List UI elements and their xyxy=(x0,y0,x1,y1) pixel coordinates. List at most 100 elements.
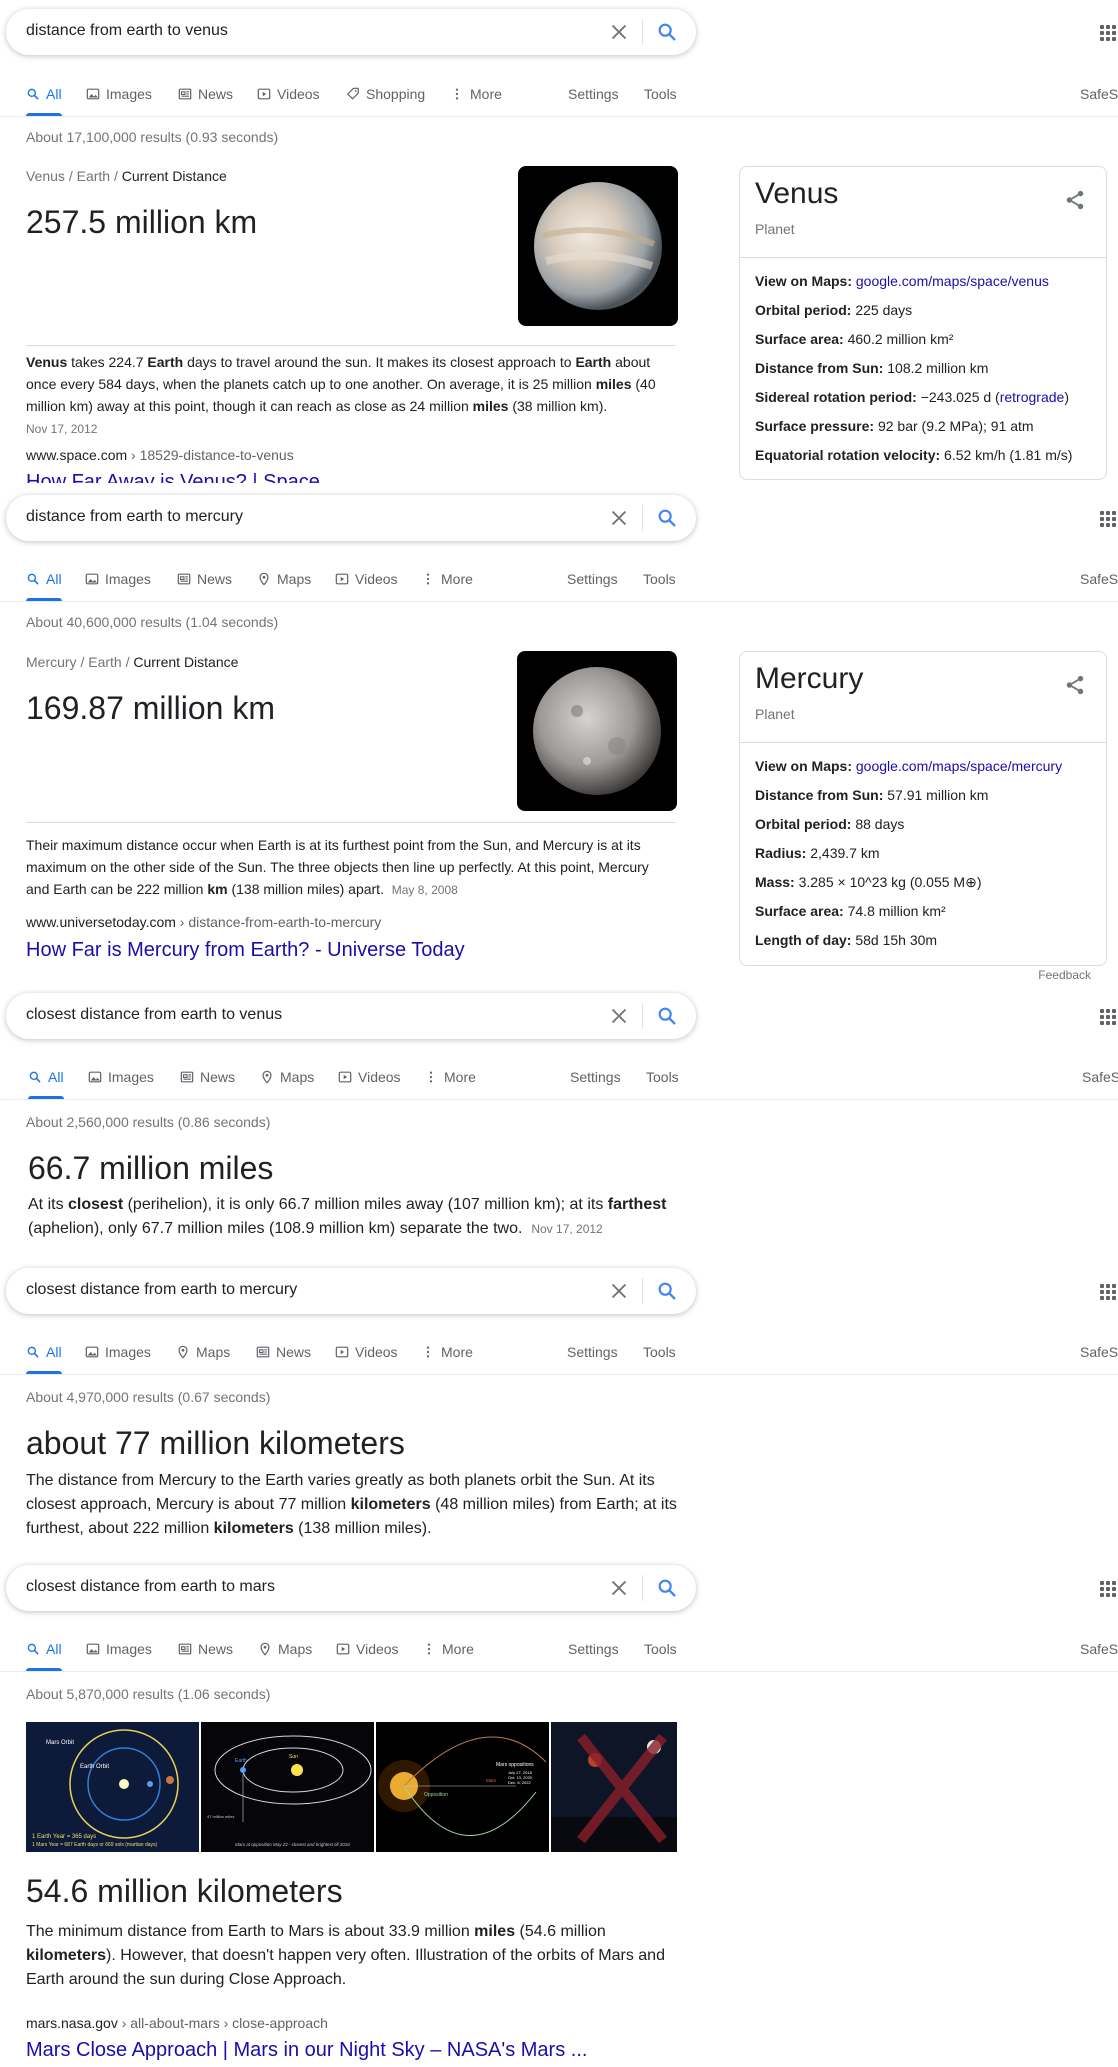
search-box[interactable]: closest distance from earth to venus xyxy=(6,993,696,1039)
tab-more[interactable]: More xyxy=(421,571,473,587)
safesearch-label[interactable]: SafeS xyxy=(1080,1641,1118,1657)
search-box[interactable]: distance from earth to mercury xyxy=(6,495,696,541)
tab-settings[interactable]: Settings xyxy=(570,1069,621,1085)
tab-more[interactable]: More xyxy=(422,1641,474,1657)
search-divider xyxy=(642,505,643,531)
kp-row: Equatorial rotation velocity: 6.52 km/h … xyxy=(755,447,1073,463)
safesearch-label[interactable]: SafeS xyxy=(1080,86,1118,102)
tab-all[interactable]: All xyxy=(28,1069,64,1085)
tab-news[interactable]: News xyxy=(256,1344,311,1360)
maps-link[interactable]: google.com/maps/space/venus xyxy=(856,273,1049,289)
search-input[interactable]: distance from earth to mercury xyxy=(26,508,243,526)
safesearch-label[interactable]: SafeS xyxy=(1080,571,1118,587)
clear-icon[interactable] xyxy=(608,1280,630,1302)
tab-videos[interactable]: Videos xyxy=(335,571,398,587)
tab-settings[interactable]: Settings xyxy=(568,86,619,102)
image-thumbnail[interactable]: Earth Sun 47 million miles Mars at oppos… xyxy=(201,1722,374,1852)
image-thumbnail[interactable] xyxy=(551,1722,677,1852)
retrograde-link[interactable]: retrograde xyxy=(1000,389,1065,405)
venus-image[interactable] xyxy=(518,166,678,326)
tab-images[interactable]: Images xyxy=(86,86,152,102)
clear-icon[interactable] xyxy=(608,1005,630,1027)
tab-settings[interactable]: Settings xyxy=(568,1641,619,1657)
search-box[interactable]: distance from earth to venus xyxy=(6,9,696,55)
search-icon[interactable] xyxy=(656,1280,678,1302)
tab-videos[interactable]: Videos xyxy=(257,86,320,102)
kp-row: View on Maps: google.com/maps/space/venu… xyxy=(755,273,1049,289)
tab-tools[interactable]: Tools xyxy=(644,1641,677,1657)
tab-all[interactable]: All xyxy=(26,571,62,587)
breadcrumb-item[interactable]: Mercury xyxy=(26,654,77,670)
breadcrumb-item[interactable]: Earth xyxy=(88,654,121,670)
tab-tools[interactable]: Tools xyxy=(643,1344,676,1360)
feedback-link[interactable]: Feedback xyxy=(1038,968,1091,982)
tab-images[interactable]: Images xyxy=(85,1344,151,1360)
share-icon[interactable] xyxy=(1064,674,1086,696)
tab-label: More xyxy=(441,571,473,587)
kp-row: Surface pressure: 92 bar (9.2 MPa); 91 a… xyxy=(755,418,1034,434)
safesearch-label[interactable]: SafeS xyxy=(1082,1069,1118,1085)
tab-news[interactable]: News xyxy=(177,571,232,587)
result-link[interactable]: How Far is Mercury from Earth? - Univers… xyxy=(26,939,465,962)
search-icon[interactable] xyxy=(656,21,678,43)
clear-icon[interactable] xyxy=(608,507,630,529)
maps-link[interactable]: google.com/maps/space/mercury xyxy=(856,758,1062,774)
tab-all[interactable]: All xyxy=(26,86,62,102)
apps-grid-icon[interactable] xyxy=(1100,25,1118,43)
tab-shopping[interactable]: Shopping xyxy=(346,86,425,102)
tab-label: More xyxy=(470,86,502,102)
tab-tools[interactable]: Tools xyxy=(646,1069,679,1085)
tab-images[interactable]: Images xyxy=(88,1069,154,1085)
result-link[interactable]: Mars Close Approach | Mars in our Night … xyxy=(26,2039,587,2062)
clear-icon[interactable] xyxy=(608,1577,630,1599)
tab-tools[interactable]: Tools xyxy=(644,86,677,102)
tab-images[interactable]: Images xyxy=(86,1641,152,1657)
apps-grid-icon[interactable] xyxy=(1100,1009,1118,1027)
apps-grid-icon[interactable] xyxy=(1100,1581,1118,1599)
tab-tools[interactable]: Tools xyxy=(643,571,676,587)
result-link[interactable]: How Far Away is Venus? | Space xyxy=(26,471,320,483)
search-box[interactable]: closest distance from earth to mars xyxy=(6,1565,696,1611)
tab-maps[interactable]: Maps xyxy=(258,1641,312,1657)
tab-videos[interactable]: Videos xyxy=(335,1344,398,1360)
search-input[interactable]: distance from earth to venus xyxy=(26,22,228,40)
search-icon[interactable] xyxy=(656,1577,678,1599)
breadcrumb-item[interactable]: Earth xyxy=(77,168,110,184)
tab-all[interactable]: All xyxy=(26,1641,62,1657)
tab-images[interactable]: Images xyxy=(85,571,151,587)
tab-videos[interactable]: Videos xyxy=(338,1069,401,1085)
tab-more[interactable]: More xyxy=(421,1344,473,1360)
breadcrumb-item[interactable]: Venus xyxy=(26,168,65,184)
safesearch-label[interactable]: SafeS xyxy=(1080,1344,1118,1360)
search-input[interactable]: closest distance from earth to mercury xyxy=(26,1281,297,1299)
tab-label: Maps xyxy=(277,571,312,587)
tab-label: Shopping xyxy=(366,86,426,102)
tab-news[interactable]: News xyxy=(180,1069,235,1085)
tab-settings[interactable]: Settings xyxy=(567,1344,618,1360)
mercury-image[interactable] xyxy=(517,651,677,811)
search-icon[interactable] xyxy=(656,1005,678,1027)
tab-label: All xyxy=(46,1641,62,1657)
tab-news[interactable]: News xyxy=(178,1641,233,1657)
search-input[interactable]: closest distance from earth to mars xyxy=(26,1578,275,1596)
share-icon[interactable] xyxy=(1064,189,1086,211)
image-thumbnail[interactable]: Mars Orbit Earth Orbit 1 Earth Year = 36… xyxy=(26,1722,199,1852)
search-icon[interactable] xyxy=(656,507,678,529)
tab-maps[interactable]: Maps xyxy=(260,1069,314,1085)
search-input[interactable]: closest distance from earth to venus xyxy=(26,1006,282,1024)
image-thumbnail[interactable]: Opposition Mars oppositions July 27, 201… xyxy=(376,1722,549,1852)
tab-more[interactable]: More xyxy=(450,86,502,102)
tab-all[interactable]: All xyxy=(26,1344,62,1360)
search-box[interactable]: closest distance from earth to mercury xyxy=(6,1268,696,1314)
apps-grid-icon[interactable] xyxy=(1100,1284,1118,1302)
tab-maps[interactable]: Maps xyxy=(176,1344,230,1360)
tab-news[interactable]: News xyxy=(178,86,233,102)
tab-videos[interactable]: Videos xyxy=(336,1641,399,1657)
kp-row: View on Maps: google.com/maps/space/merc… xyxy=(755,758,1063,774)
tab-more[interactable]: More xyxy=(424,1069,476,1085)
mercury-planet-graphic xyxy=(533,667,661,795)
apps-grid-icon[interactable] xyxy=(1100,511,1118,529)
clear-icon[interactable] xyxy=(608,21,630,43)
tab-settings[interactable]: Settings xyxy=(567,571,618,587)
tab-maps[interactable]: Maps xyxy=(257,571,311,587)
